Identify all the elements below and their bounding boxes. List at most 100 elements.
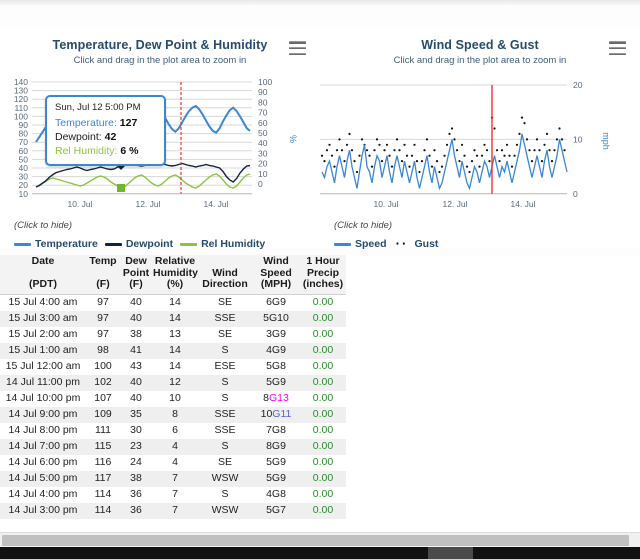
cell-dewpoint: 40: [130, 376, 142, 388]
cell-wind-direction: SE: [217, 456, 232, 468]
header-wdir-line1: [199, 256, 251, 268]
wind-axis-unit: mph: [601, 132, 611, 150]
cell-precip: 0.00: [312, 376, 334, 388]
cell-dewpoint: 23: [130, 440, 142, 452]
cell-dewpoint: 40: [130, 296, 142, 308]
cell-humidity: 14: [169, 296, 181, 308]
tooltip-value-dewpoint: 42: [104, 131, 117, 143]
table-row: 15 Jul 12:00 am 100 43 14 ESE 5G8 0.00: [0, 358, 346, 375]
legend-item-humidity[interactable]: Rel Humidity: [180, 238, 265, 250]
header-precip-line3: (inches): [302, 278, 344, 290]
wind-gust-value: G13: [268, 392, 289, 404]
legend-wind: Speed ·· Gust: [320, 236, 640, 251]
cell-temp: 97: [97, 296, 109, 308]
wind-plot-area[interactable]: 20 10 0 mph 10. Jul 12. Jul 14. Jul: [320, 71, 640, 209]
legend-swatch-temperature: [14, 242, 31, 246]
tooltip-label-humidity: Rel Humidity:: [55, 145, 118, 157]
svg-text:10: 10: [573, 134, 583, 144]
chart-title-temperature: Temperature, Dew Point & Humidity: [52, 38, 268, 52]
cell-date: 14 Jul 7:00 pm: [8, 440, 78, 452]
column-header-precip[interactable]: 1 Hour Precip (inches): [300, 255, 346, 295]
cell-precip: 0.00: [312, 328, 334, 340]
cell-temp: 116: [94, 456, 112, 468]
cell-humidity: 14: [169, 344, 181, 356]
horizontal-scrollbar[interactable]: [0, 532, 640, 547]
cell-temp: 100: [94, 360, 112, 372]
header-wspd-line1: Wind: [263, 255, 289, 267]
svg-text:10: 10: [19, 189, 29, 199]
svg-text:70: 70: [258, 108, 268, 118]
tooltip-row-humidity: Rel Humidity: 6 %: [55, 144, 157, 158]
wind-gust-value: G11: [272, 408, 292, 420]
column-header-wind-direction[interactable]: Wind Direction: [198, 255, 252, 295]
cell-humidity: 13: [169, 328, 181, 340]
legend-item-temperature[interactable]: Temperature: [14, 238, 98, 250]
column-header-dewpoint[interactable]: Dew Point (F): [120, 255, 152, 295]
cell-wind-speed: 5G7: [266, 504, 286, 516]
chart-tooltip: Sun, Jul 12 5:00 PM Temperature: 127 Dew…: [45, 95, 166, 166]
column-header-wind-speed[interactable]: Wind Speed (MPH): [252, 255, 300, 295]
table-row: 15 Jul 1:00 am 98 41 14 S 4G9 0.00: [0, 342, 346, 359]
svg-text:0: 0: [258, 179, 263, 189]
cell-precip: 0.00: [312, 408, 334, 420]
column-header-date[interactable]: Date (PDT): [0, 255, 86, 295]
legend-hint-temperature: (Click to hide): [14, 220, 73, 231]
cell-date: 15 Jul 2:00 am: [8, 328, 78, 340]
legend-swatch-dewpoint: [104, 242, 122, 246]
cell-temp: 111: [95, 424, 111, 436]
legend-item-dewpoint[interactable]: Dewpoint: [104, 238, 173, 250]
cell-temp: 97: [97, 328, 109, 340]
hamburger-menu-icon[interactable]: [289, 41, 306, 56]
svg-text:20: 20: [258, 159, 268, 169]
observations-table: Date (PDT) Temp (F) Dew Point (F) Relati…: [0, 255, 346, 519]
cell-date: 14 Jul 5:00 pm: [8, 472, 78, 484]
table-row: 15 Jul 3:00 am 97 40 14 SSE 5G10 0.00: [0, 310, 346, 327]
chart-subtitle-wind: Click and drag in the plot area to zoom …: [393, 55, 567, 66]
table-row: 14 Jul 5:00 pm 117 38 7 WSW 5G9 0.00: [0, 470, 346, 487]
cell-wind-speed: 8G13: [252, 391, 300, 407]
table-row: 14 Jul 10:00 pm 107 40 10 S 8G13 0.00: [0, 390, 346, 407]
cell-wind-direction: S: [221, 488, 229, 500]
cell-wind-direction: SSE: [214, 312, 236, 324]
hamburger-menu-icon[interactable]: [609, 41, 626, 56]
cell-precip: 0.00: [312, 488, 334, 500]
wind-chart-panel: Wind Speed & Gust Click and drag in the …: [320, 28, 640, 251]
cell-wind-speed: 10G11: [252, 407, 300, 423]
cell-wind-speed: 7G8: [266, 424, 286, 436]
temperature-plot-area[interactable]: 140 130 120 110 100 90 80 70 60 50 40 30…: [0, 71, 320, 209]
tooltip-value-humidity: 6 %: [120, 145, 139, 157]
table-row: 14 Jul 8:00 pm 111 30 6 SSE 7G8 0.00: [0, 422, 346, 439]
cell-humidity: 10: [169, 392, 181, 404]
cell-date: 15 Jul 12:00 am: [5, 360, 81, 372]
cell-wind-direction: WSW: [211, 472, 239, 484]
cell-date: 14 Jul 8:00 pm: [8, 424, 78, 436]
cell-temp: 102: [94, 376, 112, 388]
column-header-temp[interactable]: Temp (F): [86, 255, 120, 295]
cell-dewpoint: 36: [130, 488, 142, 500]
cell-humidity: 4: [172, 456, 178, 468]
cell-wind-speed: 8G9: [266, 440, 286, 452]
cell-temp: 114: [94, 504, 112, 516]
chart-title-wind: Wind Speed & Gust: [421, 38, 539, 52]
cell-temp: 107: [94, 392, 112, 404]
legend-label-gust: Gust: [414, 238, 439, 250]
column-header-humidity[interactable]: Relative Humidity (%): [152, 255, 198, 295]
svg-text:12. Jul: 12. Jul: [442, 199, 467, 209]
cell-wind-speed: 4G8: [266, 488, 286, 500]
cell-wind-speed: 6G9: [266, 296, 286, 308]
table-body: 15 Jul 4:00 am 97 40 14 SE 6G9 0.00 15 Jul 3:00…: [0, 294, 346, 519]
cell-precip: 0.00: [312, 312, 334, 324]
cell-precip: 0.00: [312, 344, 334, 356]
scrollbar-thumb[interactable]: [2, 535, 629, 546]
cell-dewpoint: 40: [130, 392, 142, 404]
taskbar-active-segment[interactable]: [428, 547, 473, 559]
header-temp-line3: (F): [96, 278, 110, 290]
header-rh-line1: Relative: [154, 255, 196, 267]
cell-date: 14 Jul 10:00 pm: [5, 392, 81, 404]
cell-wind-speed: 5G9: [266, 472, 286, 484]
legend-item-gust[interactable]: ·· Gust: [394, 236, 439, 251]
legend-item-speed[interactable]: Speed: [334, 238, 387, 250]
humidity-axis-unit: %: [288, 135, 298, 143]
legend-swatch-gust: ··: [395, 236, 409, 251]
svg-text:14. Jul: 14. Jul: [203, 199, 228, 209]
